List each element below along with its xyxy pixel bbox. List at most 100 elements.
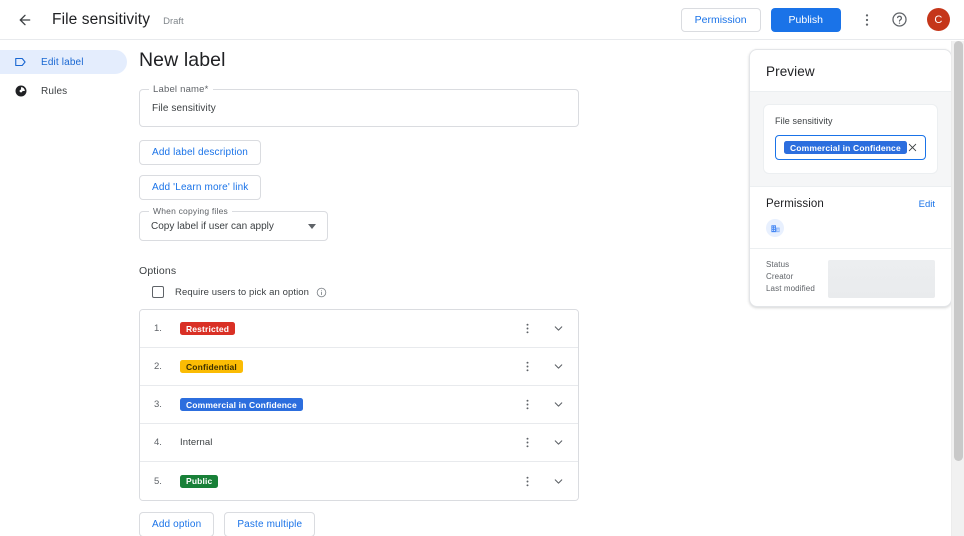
chevron-down-icon [554, 326, 562, 331]
option-chip: Public [180, 474, 219, 488]
preview-permission-section: Permission Edit [750, 186, 951, 248]
preview-selected-chip: Commercial in Confidence [784, 141, 907, 154]
option-expand-button[interactable] [548, 357, 568, 377]
require-option-checkbox[interactable] [152, 286, 164, 298]
option-expand-button[interactable] [548, 433, 568, 453]
user-avatar[interactable]: C [927, 8, 950, 31]
organization-building-icon [766, 219, 784, 237]
option-actions [517, 433, 568, 453]
option-more-button[interactable] [517, 395, 537, 415]
rules-circle-icon [13, 84, 28, 99]
chevron-down-icon [554, 478, 562, 484]
main-content: New label Label name* File sensitivity A… [127, 40, 737, 536]
options-heading: Options [139, 265, 177, 277]
draft-status-text: Draft [163, 16, 184, 27]
add-learn-more-link-button[interactable]: Add 'Learn more' link [139, 175, 262, 200]
preview-permission-edit-link[interactable]: Edit [919, 199, 935, 210]
options-list: 1. Restricted 2. Confidential 3. Commercial i… [139, 309, 579, 501]
more-vert-icon [526, 323, 528, 334]
option-actions [517, 319, 568, 339]
option-more-button[interactable] [517, 433, 537, 453]
arrow-left-icon [19, 14, 31, 25]
sidebar-item-label: Rules [41, 85, 68, 97]
label-tag-icon [13, 55, 28, 70]
clear-selection-button[interactable] [907, 142, 918, 153]
more-vert-icon [526, 437, 528, 448]
option-number: 4. [154, 437, 162, 448]
option-more-button[interactable] [517, 319, 537, 339]
sidebar: Edit label Rules [0, 40, 127, 536]
info-circle-icon[interactable] [316, 287, 327, 298]
when-copying-files-select[interactable]: When copying files Copy label if user ca… [139, 206, 328, 241]
chevron-down-icon [554, 402, 562, 407]
option-chip: Restricted [180, 322, 236, 335]
sidebar-item-edit-label[interactable]: Edit label [0, 50, 127, 74]
option-row[interactable]: 5. Public [140, 462, 578, 500]
page-scrollbar[interactable]: ▲ [951, 41, 964, 536]
close-x-icon [908, 143, 917, 152]
options-buttons: Add option Paste multiple [139, 512, 579, 536]
top-app-bar: File sensitivity Draft Permission Publis… [0, 0, 964, 40]
option-row[interactable]: 4. Internal [140, 424, 578, 462]
preview-metadata-key: Status [766, 260, 790, 269]
back-button[interactable] [12, 7, 38, 33]
chevron-down-icon [554, 364, 562, 369]
option-row[interactable]: 3. Commercial in Confidence [140, 386, 578, 424]
preview-label-card: File sensitivity Commercial in Confidenc… [763, 104, 938, 174]
publish-button[interactable]: Publish [770, 7, 841, 32]
more-vert-icon [526, 361, 528, 372]
preview-metadata-key: Creator [766, 272, 794, 281]
require-option-row: Require users to pick an option [152, 286, 579, 298]
when-copying-files-legend: When copying files [149, 206, 232, 216]
option-actions [517, 357, 568, 377]
help-button[interactable] [885, 6, 913, 34]
option-row[interactable]: 2. Confidential [140, 348, 578, 386]
option-expand-button[interactable] [548, 395, 568, 415]
option-actions [517, 471, 568, 491]
paste-multiple-button[interactable]: Paste multiple [224, 512, 316, 536]
preview-panel: Preview File sensitivity Commercial in C… [749, 49, 952, 307]
label-name-field[interactable]: Label name* File sensitivity [139, 84, 579, 127]
preview-metadata-values-redacted [828, 260, 935, 298]
preview-heading: Preview [766, 64, 815, 79]
scrollbar-thumb[interactable] [954, 41, 963, 461]
add-label-description-button[interactable]: Add label description [139, 140, 261, 165]
option-actions [517, 395, 568, 415]
option-number: 3. [154, 399, 162, 410]
more-options-button[interactable] [853, 6, 881, 34]
preview-card-title: File sensitivity [775, 116, 833, 126]
app-title: File sensitivity [52, 10, 151, 28]
preview-metadata: Status Creator Last modified [750, 248, 951, 306]
more-vert-icon [526, 399, 528, 410]
page-body: Edit label Rules New label Label name* F… [0, 40, 964, 536]
sidebar-item-rules[interactable]: Rules [0, 79, 127, 103]
preview-permission-heading: Permission [766, 198, 824, 210]
label-name-value: File sensitivity [152, 102, 216, 114]
help-circle-icon [891, 12, 907, 27]
preview-metadata-keys: Status Creator Last modified [766, 260, 828, 298]
option-expand-button[interactable] [548, 471, 568, 491]
option-chip: Confidential [180, 360, 243, 373]
preview-metadata-key: Last modified [766, 284, 815, 293]
option-expand-button[interactable] [548, 319, 568, 339]
preview-body: File sensitivity Commercial in Confidenc… [750, 91, 951, 186]
more-vert-icon [865, 13, 869, 26]
option-number: 1. [154, 323, 162, 334]
chevron-down-icon [308, 223, 316, 229]
topbar-actions: Permission Publish C [680, 6, 950, 34]
option-label: Internal [180, 437, 213, 448]
more-vert-icon [526, 476, 528, 486]
page-title: New label [139, 49, 226, 71]
require-option-label: Require users to pick an option [175, 286, 310, 298]
preview-selected-value[interactable]: Commercial in Confidence [775, 135, 926, 160]
sidebar-item-label: Edit label [41, 56, 84, 68]
option-more-button[interactable] [517, 471, 537, 491]
option-number: 2. [154, 361, 162, 372]
add-option-button[interactable]: Add option [139, 512, 215, 536]
option-row[interactable]: 1. Restricted [140, 310, 578, 348]
permission-button[interactable]: Permission [680, 7, 761, 32]
when-copying-files-value: Copy label if user can apply [151, 220, 274, 232]
label-name-legend: Label name* [149, 84, 213, 95]
option-more-button[interactable] [517, 357, 537, 377]
chevron-down-icon [554, 440, 562, 445]
